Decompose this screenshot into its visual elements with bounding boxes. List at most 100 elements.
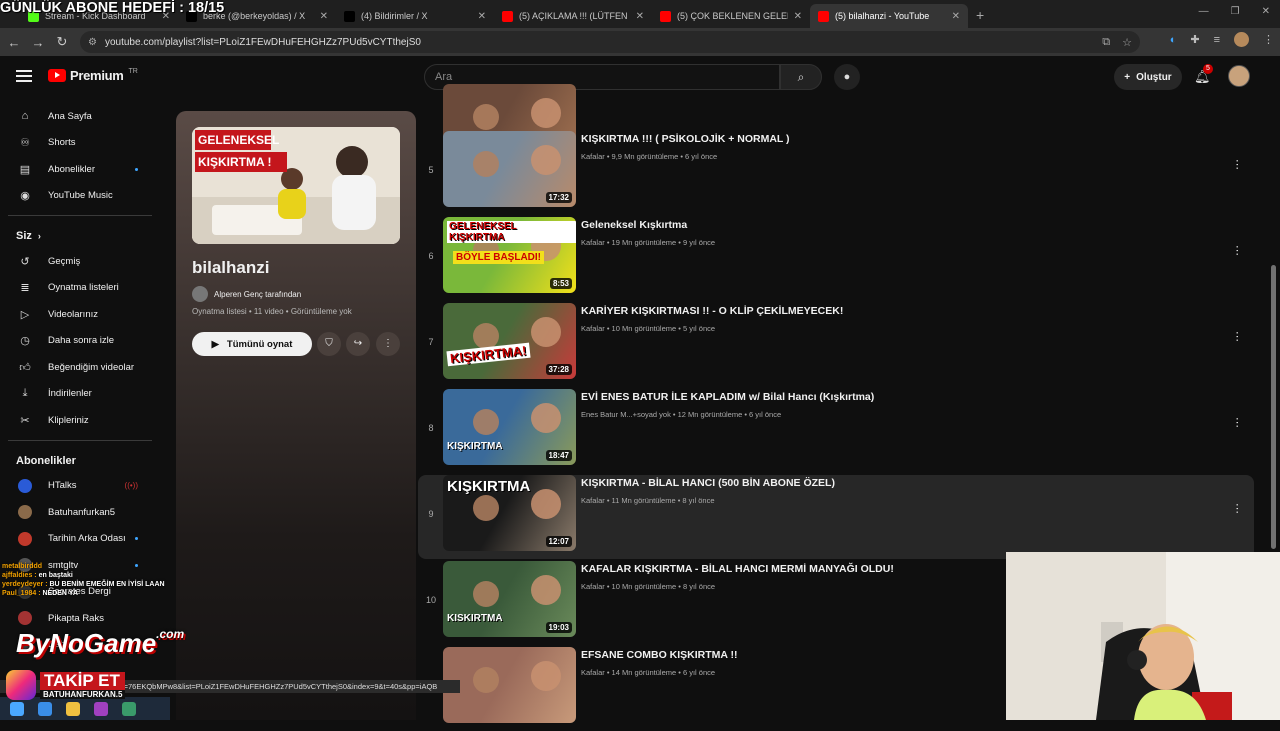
app-taskbar-icon[interactable] xyxy=(94,701,108,716)
reload-icon[interactable]: ↻ xyxy=(50,34,74,50)
browser-tab[interactable]: (4) Bildirimler / X ✕ xyxy=(336,4,494,28)
windows-start-icon[interactable] xyxy=(10,701,24,716)
sidebar-item[interactable]: ▷ Videolarınız xyxy=(0,301,168,328)
video-title[interactable]: EFSANE COMBO KIŞKIRTMA !! xyxy=(581,649,738,661)
more-vert-icon[interactable]: ⋯ xyxy=(1231,159,1244,170)
sidebar-item[interactable]: ✂ Klipleriniz xyxy=(0,407,168,434)
sidebar-item[interactable]: 👍︎ Beğendiğim videolar xyxy=(0,354,168,381)
save-playlist-button[interactable]: ⛉ xyxy=(317,332,341,356)
playlist-video-row[interactable]: 5 17:32 KIŞKIRTMA !!! ( PSİKOLOJİK + NOR… xyxy=(418,131,1254,215)
forward-icon[interactable]: → xyxy=(26,35,50,50)
you-section-header[interactable]: Siz › xyxy=(0,222,168,248)
video-thumbnail[interactable]: KIŞKIRTMA 12:07 xyxy=(443,475,576,551)
video-title[interactable]: KIŞKIRTMA !!! ( PSİKOLOJİK + NORMAL ) xyxy=(581,133,790,145)
thumb-caption: KIŞKIRTMA xyxy=(447,478,531,495)
app2-taskbar-icon[interactable] xyxy=(122,701,136,716)
minimize-icon[interactable]: — xyxy=(1199,6,1209,17)
video-thumbnail[interactable]: KIŞKIRTMA 18:47 xyxy=(443,389,576,465)
sidebar-item[interactable]: ◉ YouTube Music xyxy=(0,183,168,210)
site-info-icon[interactable]: ⚙ xyxy=(88,37,97,48)
video-index: 7 xyxy=(428,337,434,347)
play-all-button[interactable]: ▶ Tümünü oynat xyxy=(192,332,312,356)
address-bar-row: ← → ↻ ⚙ youtube.com/playlist?list=PLoiZ1… xyxy=(0,28,1280,56)
video-index: 5 xyxy=(428,165,434,175)
tab-close-icon[interactable]: ✕ xyxy=(636,11,644,22)
hamburger-menu-icon[interactable] xyxy=(16,70,32,82)
more-vert-icon[interactable]: ⋯ xyxy=(1231,245,1244,256)
video-title[interactable]: KARİYER KIŞKIRTMASI !! - O KLİP ÇEKİLMEY… xyxy=(581,305,843,317)
puzzle-icon[interactable]: ✚ xyxy=(1190,33,1199,46)
thumb-caption: KIŞKIRTMA xyxy=(447,441,503,452)
tab-close-icon[interactable]: ✕ xyxy=(478,11,486,22)
video-index: 9 xyxy=(428,509,434,519)
playlist-thumbnail[interactable]: GELENEKSEL KIŞKIRTMA ! xyxy=(192,127,400,244)
media-icon[interactable]: ≡ xyxy=(1214,34,1220,46)
playlist-video-row[interactable]: 9 KIŞKIRTMA 12:07 KIŞKIRTMA - BİLAL HANCI… xyxy=(418,475,1254,559)
page-scrollbar[interactable] xyxy=(1271,265,1276,549)
chat-user: yerdeydeyer : xyxy=(2,581,48,588)
video-thumbnail[interactable] xyxy=(443,647,576,723)
sidebar-item[interactable]: ⌂ Ana Sayfa xyxy=(0,103,168,130)
extension-icon[interactable]: ◐ xyxy=(1170,34,1177,46)
playlist-owner[interactable]: Alperen Genç tarafından xyxy=(192,286,301,302)
tab-close-icon[interactable]: ✕ xyxy=(952,11,960,22)
subs-header-label: Abonelikler xyxy=(16,454,76,467)
sidebar-item[interactable]: Batuhanfurkan5 xyxy=(0,499,168,526)
thumb-figure xyxy=(473,667,499,693)
video-meta: Enes Batur M...+soyad yok • 12 Mn görünt… xyxy=(581,410,782,419)
video-thumbnail[interactable]: KISKIRTMA 19:03 xyxy=(443,561,576,637)
divider xyxy=(8,439,152,441)
menu-kebab-icon[interactable]: ⋮ xyxy=(1263,33,1274,46)
play-all-label: Tümünü oynat xyxy=(226,338,293,350)
browser-tab[interactable]: (5) AÇIKLAMA !!! (LÜTFEN İZLE ✕ xyxy=(494,4,652,28)
sidebar-item-label: Geçmiş xyxy=(48,255,81,267)
subscriptions-header: Abonelikler xyxy=(0,447,168,473)
video-thumbnail[interactable]: GELENEKSEL KIŞKIRTMA BÖYLE BAŞLADI! 8:53 xyxy=(443,217,576,293)
tab-close-icon[interactable]: ✕ xyxy=(794,11,802,22)
chrome-taskbar-icon[interactable] xyxy=(38,701,52,716)
explorer-taskbar-icon[interactable] xyxy=(66,701,80,716)
sidebar-item[interactable]: ◷ Daha sonra izle xyxy=(0,328,168,355)
video-title[interactable]: KAFALAR KIŞKIRTMA - BİLAL HANCI MERMİ MA… xyxy=(581,563,894,575)
back-icon[interactable]: ← xyxy=(2,35,26,50)
sidebar-item[interactable]: ≣ Oynatma listeleri xyxy=(0,275,168,302)
new-tab-icon[interactable]: + xyxy=(976,7,984,23)
more-actions-button[interactable]: ⋮ xyxy=(376,332,400,356)
browser-tab[interactable]: (5) ÇOK BEKLENEN GELENEKSE ✕ xyxy=(652,4,810,28)
playlist-video-row[interactable]: 6 GELENEKSEL KIŞKIRTMA BÖYLE BAŞLADI! 8:53… xyxy=(418,217,1254,301)
share-button[interactable]: ↪ xyxy=(346,332,370,356)
video-title[interactable]: KIŞKIRTMA - BİLAL HANCI (500 BİN ABONE Ö… xyxy=(581,477,835,489)
sidebar-item[interactable]: ⤓ İndirilenler xyxy=(0,381,168,408)
video-title[interactable]: EVİ ENES BATUR İLE KAPLADIM w/ Bilal Han… xyxy=(581,391,874,403)
video-index: 6 xyxy=(428,251,434,261)
tab-title: (5) bilalhanzi - YouTube xyxy=(835,11,930,21)
more-vert-icon[interactable]: ⋯ xyxy=(1231,331,1244,342)
video-thumbnail[interactable]: 17:32 xyxy=(443,131,576,207)
profile-avatar[interactable] xyxy=(1234,32,1249,47)
sidebar-item[interactable]: ▤ Abonelikler xyxy=(0,156,168,183)
playlist-video-row[interactable]: 7 KIŞKIRTMA! 37:28 KARİYER KIŞKIRTMASI !!… xyxy=(418,303,1254,387)
close-icon[interactable]: ✕ xyxy=(1262,6,1270,17)
video-duration: 37:28 xyxy=(545,364,572,375)
browser-tab[interactable]: (5) bilalhanzi - YouTube ✕ xyxy=(810,4,968,28)
video-title[interactable]: Geleneksel Kışkırtma xyxy=(581,219,687,231)
liked-icon: 👍︎ xyxy=(19,361,31,374)
sidebar-item[interactable]: ♾ Shorts xyxy=(0,130,168,157)
tab-close-icon[interactable]: ✕ xyxy=(320,11,328,22)
sidebar-item[interactable]: ↺ Geçmiş xyxy=(0,248,168,275)
omnibox[interactable]: ⚙ youtube.com/playlist?list=PLoiZ1FEwDHu… xyxy=(80,31,1140,53)
more-vert-icon[interactable]: ⋯ xyxy=(1231,503,1244,514)
sidebar-item-label: Videolarınız xyxy=(48,308,98,320)
restore-icon[interactable]: ❐ xyxy=(1231,6,1240,17)
your-videos-icon: ▷ xyxy=(20,308,30,321)
streamer-webcam xyxy=(1006,552,1280,720)
bookmark-star-icon[interactable]: ☆ xyxy=(1122,36,1132,49)
install-icon[interactable]: ⧉ xyxy=(1102,36,1110,49)
video-thumbnail[interactable]: KIŞKIRTMA! 37:28 xyxy=(443,303,576,379)
playlist-video-row[interactable]: 8 KIŞKIRTMA 18:47 EVİ ENES BATUR İLE KAPL… xyxy=(418,389,1254,473)
sidebar-item[interactable]: HTalks ((•)) xyxy=(0,473,168,500)
youtube-logo[interactable]: Premium TR xyxy=(48,68,138,83)
home-icon: ⌂ xyxy=(21,110,29,123)
more-vert-icon[interactable]: ⋯ xyxy=(1231,417,1244,428)
sidebar-item[interactable]: Tarihin Arka Odası xyxy=(0,526,168,553)
